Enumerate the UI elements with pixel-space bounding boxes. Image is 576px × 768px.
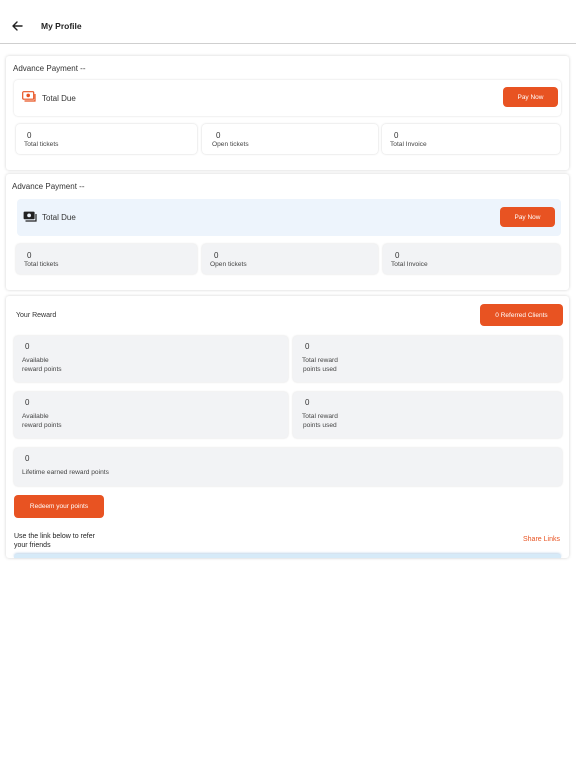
total-due-label: Total Due (42, 213, 76, 222)
stat-label: Total tickets (24, 261, 59, 268)
redeem-points-button[interactable]: Redeem your points (14, 495, 104, 518)
reward-box-used: 0 Total reward points used (293, 392, 562, 438)
reward-label: reward points (22, 366, 62, 373)
total-due-row: Total Due Pay Now (14, 80, 561, 116)
advance-payment-card: Advance Payment -- Total Due Pay Now 0 T… (6, 174, 569, 290)
reward-value: 0 (25, 342, 30, 351)
reward-label: Available (22, 413, 49, 420)
stat-value: 0 (27, 251, 32, 260)
reward-label: Total reward (302, 413, 338, 420)
reward-label: points used (303, 366, 337, 373)
reward-value: 0 (305, 342, 310, 351)
stat-value: 0 (394, 131, 399, 140)
total-due-row: Total Due Pay Now (17, 199, 561, 236)
reward-label: Available (22, 357, 49, 364)
reward-box-available: 0 Available reward points (14, 336, 288, 382)
refer-instructions: Use the link below to refer your friends (14, 532, 124, 550)
stat-label: Total Invoice (390, 141, 427, 148)
money-icon (23, 211, 37, 222)
stat-value: 0 (214, 251, 219, 260)
reward-title: Your Reward (16, 312, 57, 319)
advance-payment-card: Advance Payment -- Total Due Pay Now 0 T… (6, 56, 569, 170)
pay-now-button[interactable]: Pay Now (503, 87, 558, 107)
stat-open-tickets: 0 Open tickets (202, 244, 378, 274)
stat-value: 0 (27, 131, 32, 140)
stat-total-invoice: 0 Total Invoice (383, 244, 560, 274)
reward-box-used: 0 Total reward points used (293, 336, 562, 382)
lifetime-value: 0 (25, 454, 30, 463)
total-due-label: Total Due (42, 94, 76, 103)
stat-label: Open tickets (212, 141, 249, 148)
stat-value: 0 (395, 251, 400, 260)
reward-label: reward points (22, 422, 62, 429)
stat-label: Open tickets (210, 261, 247, 268)
referred-clients-button[interactable]: 0 Referred Clients (480, 304, 563, 326)
lifetime-label: Lifetime earned reward points (22, 469, 109, 476)
stat-total-invoice: 0 Total Invoice (382, 124, 560, 154)
page-title: My Profile (41, 21, 82, 31)
stat-open-tickets: 0 Open tickets (202, 124, 378, 154)
app-header: My Profile (0, 0, 576, 44)
refer-text-line: Use the link below to refer (14, 533, 95, 540)
refer-text-line: your friends (14, 542, 51, 549)
lifetime-reward-box: 0 Lifetime earned reward points (14, 448, 562, 486)
arrow-left-icon (11, 21, 23, 31)
stat-label: Total tickets (24, 141, 59, 148)
advance-payment-title: Advance Payment -- (12, 182, 85, 191)
reward-card: Your Reward 0 Referred Clients 0 Availab… (6, 296, 569, 558)
reward-value: 0 (25, 398, 30, 407)
advance-payment-title: Advance Payment -- (13, 64, 86, 73)
reward-label: Total reward (302, 357, 338, 364)
reward-value: 0 (305, 398, 310, 407)
referral-link-field[interactable] (14, 554, 561, 558)
stat-total-tickets: 0 Total tickets (16, 244, 197, 274)
money-icon (22, 91, 36, 102)
stat-label: Total Invoice (391, 261, 428, 268)
stat-total-tickets: 0 Total tickets (16, 124, 197, 154)
reward-box-available: 0 Available reward points (14, 392, 288, 438)
back-button[interactable] (9, 18, 25, 34)
stat-value: 0 (216, 131, 221, 140)
share-links-link[interactable]: Share Links (523, 536, 560, 543)
reward-label: points used (303, 422, 337, 429)
pay-now-button[interactable]: Pay Now (500, 207, 555, 227)
